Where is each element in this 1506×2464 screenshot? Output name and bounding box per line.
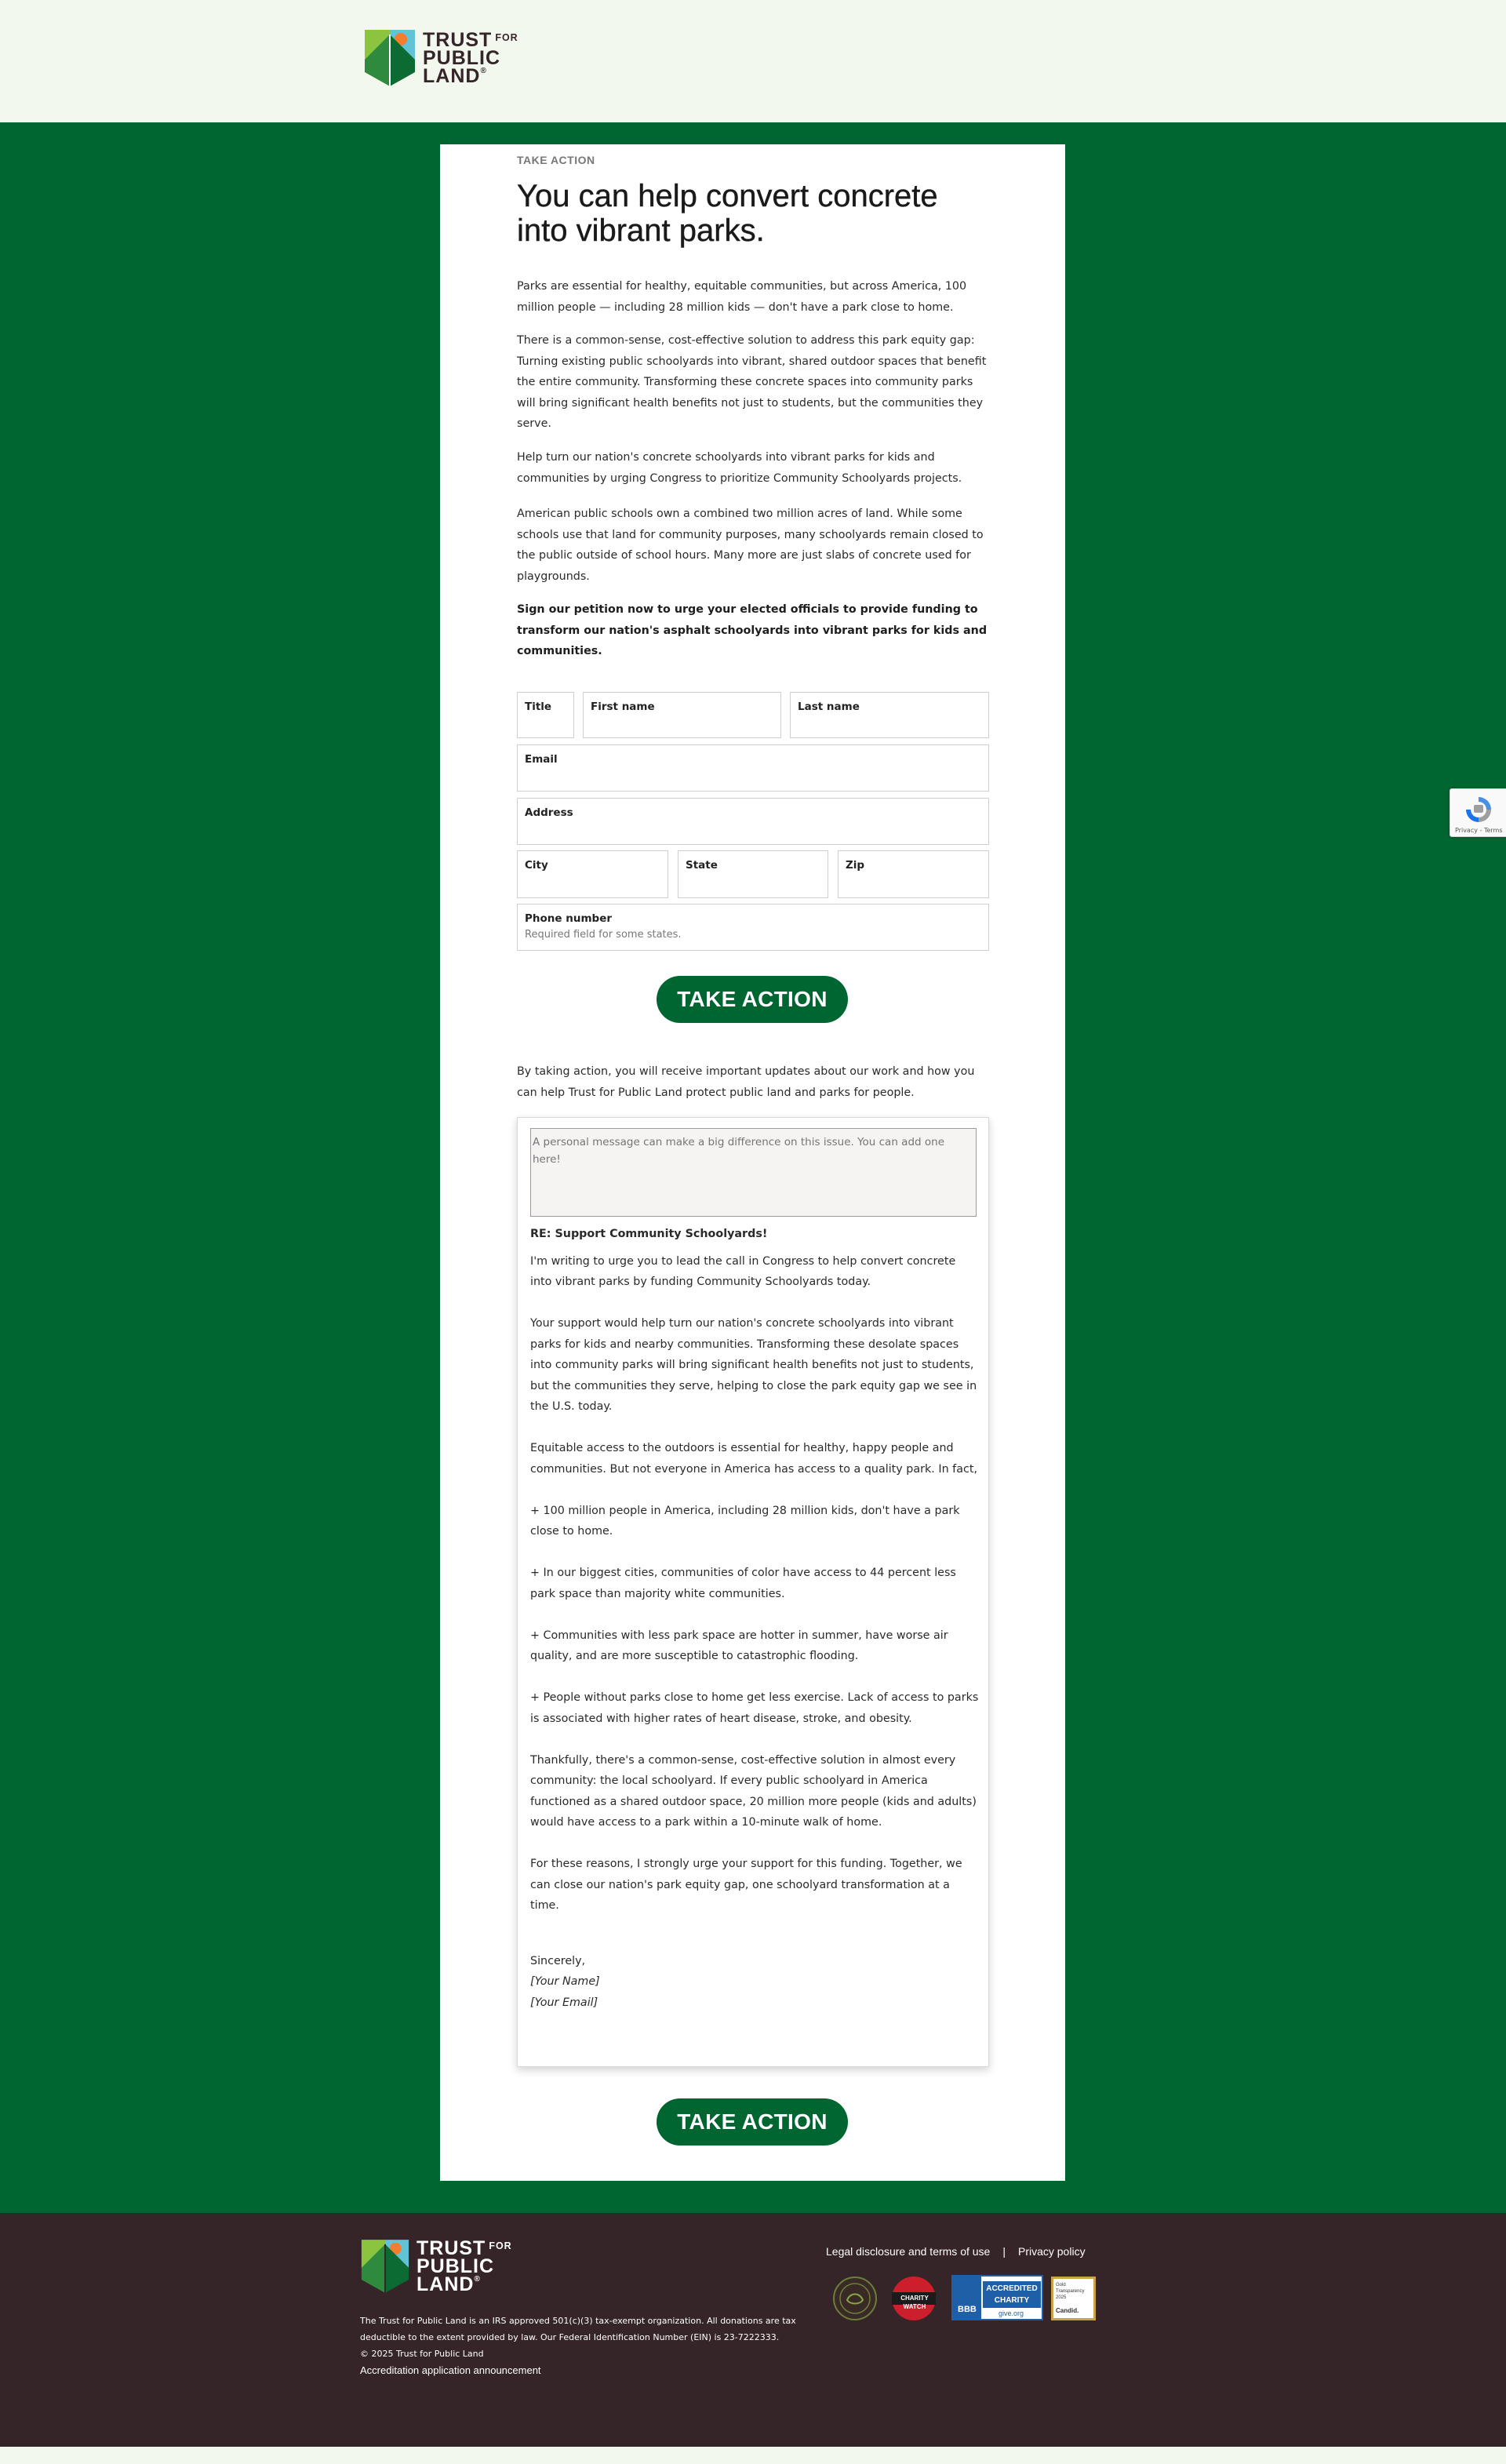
candid-line: 2025	[1056, 2295, 1067, 2300]
last-name-field[interactable]: Last name	[790, 692, 989, 738]
candid-seal-text: Gold Transparency 2025	[1056, 2282, 1084, 2301]
letter-bullet: + Communities with less park space are h…	[530, 1629, 948, 1663]
logo-word-for: FOR	[495, 31, 518, 43]
footer-logo-reg-mark: ®	[474, 2274, 481, 2284]
footer-bottom-band	[0, 2447, 1506, 2464]
take-action-button-bottom[interactable]: TAKE ACTION	[657, 2098, 848, 2146]
email-label: Email	[525, 753, 558, 766]
candid-brand-text: Candid.	[1056, 2307, 1079, 2314]
letter-bullet: + People without parks close to home get…	[530, 1691, 979, 1725]
logo-word-land: LAND	[423, 64, 481, 87]
charity-seal-icon[interactable]	[831, 2275, 878, 2325]
site-logo[interactable]: TRUST FOR PUBLIC LAND®	[363, 28, 518, 88]
letter-name-token: [Your Name]	[530, 1975, 600, 1988]
petition-letter: RE: Support Community Schoolyards! I'm w…	[517, 1117, 989, 2067]
phone-hint: Required field for some states.	[525, 929, 682, 941]
action-intro: TAKE ACTION You can help convert concret…	[517, 154, 989, 248]
letter-paragraph: Thankfully, there's a common-sense, cost…	[530, 1753, 977, 1829]
recaptcha-links[interactable]: Privacy - Terms	[1455, 827, 1503, 834]
footer-logo-word-land: LAND	[417, 2273, 475, 2295]
letter-subject: RE: Support Community Schoolyards!	[530, 1228, 768, 1240]
legal-disclosure-link[interactable]: Legal disclosure and terms of use	[826, 2245, 990, 2258]
bbb-brand-text: BBB	[958, 2305, 977, 2314]
zip-field[interactable]: Zip	[838, 850, 989, 898]
state-field[interactable]: State	[678, 850, 828, 898]
intro-paragraph-2: There is a common-sense, cost-effective …	[517, 334, 987, 430]
letter-bullet: + 100 million people in America, includi…	[530, 1504, 960, 1538]
phone-field[interactable]: Phone number Required field for some sta…	[517, 904, 989, 951]
eyebrow-label: TAKE ACTION	[517, 154, 595, 166]
candid-line: Gold	[1056, 2283, 1066, 2287]
logo-wordmark: TRUST FOR PUBLIC LAND®	[423, 30, 518, 87]
recaptcha-icon	[1466, 797, 1491, 822]
footer-logo[interactable]: TRUST FOR PUBLIC LAND®	[360, 2237, 512, 2295]
footer-logo-word-for: FOR	[489, 2240, 512, 2251]
charity-watch-text: CHARITY WATCH	[900, 2295, 929, 2310]
petition-cta-text: Sign our petition now to urge your elect…	[517, 603, 988, 657]
email-field[interactable]: Email	[517, 744, 989, 792]
candid-line: Transparency	[1056, 2289, 1085, 2294]
letter-paragraph: I'm writing to urge you to lead the call…	[530, 1254, 956, 1289]
charity-watch-badge[interactable]: CHARITY WATCH	[889, 2275, 939, 2322]
city-field[interactable]: City	[517, 850, 668, 898]
letter-closing: Sincerely,	[530, 1954, 586, 1967]
first-name-label: First name	[591, 701, 655, 713]
bbb-site-text: give.org	[999, 2309, 1024, 2317]
intro-paragraph-4: American public schools own a combined t…	[517, 508, 984, 583]
letter-bullet: + In our biggest cities, communities of …	[530, 1567, 956, 1600]
recaptcha-badge[interactable]: Privacy - Terms	[1450, 788, 1506, 837]
site-header: TRUST FOR PUBLIC LAND®	[0, 0, 1506, 122]
address-field[interactable]: Address	[517, 798, 989, 845]
letter-body: RE: Support Community Schoolyards! I'm w…	[530, 1224, 979, 2013]
letter-paragraph: For these reasons, I strongly urge your …	[530, 1858, 962, 1912]
personal-message-input[interactable]	[530, 1128, 977, 1217]
letter-email-token: [Your Email]	[530, 1996, 598, 2009]
intro-paragraph-1: Parks are essential for healthy, equitab…	[517, 280, 967, 314]
take-action-button-top[interactable]: TAKE ACTION	[657, 976, 848, 1023]
intro-paragraph-3: Help turn our nation's concrete schoolya…	[517, 451, 962, 485]
accreditation-link[interactable]: Accreditation application announcement	[360, 2362, 796, 2378]
footer-logo-wordmark: TRUST FOR PUBLIC LAND®	[417, 2238, 512, 2295]
letter-paragraph: Equitable access to the outdoors is esse…	[530, 1442, 977, 1476]
first-name-field[interactable]: First name	[583, 692, 781, 738]
footer-link-separator: |	[1002, 2245, 1006, 2258]
title-label: Title	[525, 701, 552, 713]
zip-label: Zip	[846, 859, 865, 872]
candid-seal-badge[interactable]: Gold Transparency 2025 Candid.	[1051, 2277, 1096, 2320]
consent-text: By taking action, you will receive impor…	[517, 1065, 975, 1099]
city-label: City	[525, 859, 548, 872]
page-title: You can help convert concrete into vibra…	[517, 179, 938, 248]
bbb-accredited-badge[interactable]: BBB ACCREDITED CHARITY give.org	[951, 2275, 1043, 2320]
title-field[interactable]: Title	[517, 692, 574, 738]
disclaimer-line: deductible to the extent provided by law…	[360, 2332, 780, 2342]
last-name-label: Last name	[798, 701, 860, 713]
state-label: State	[686, 859, 718, 872]
bbb-line: CHARITY	[994, 2296, 1030, 2305]
disclaimer-line: The Trust for Public Land is an IRS appr…	[360, 2316, 796, 2326]
footer-links: Legal disclosure and terms of use | Priv…	[826, 2245, 1086, 2258]
footer-logo-leaf-icon	[361, 2240, 409, 2293]
logo-reg-mark: ®	[480, 66, 487, 75]
bbb-accredited-label: ACCREDITED CHARITY	[983, 2281, 1041, 2308]
privacy-policy-link[interactable]: Privacy policy	[1018, 2245, 1086, 2258]
footer-disclaimer: The Trust for Public Land is an IRS appr…	[360, 2313, 796, 2378]
address-label: Address	[525, 806, 573, 819]
bbb-line: ACCREDITED	[986, 2284, 1038, 2293]
letter-paragraph: Your support would help turn our nation'…	[530, 1317, 977, 1413]
logo-leaf-icon	[365, 30, 415, 86]
phone-label: Phone number	[525, 912, 613, 925]
copyright-text: © 2025 Trust for Public Land	[360, 2349, 484, 2359]
